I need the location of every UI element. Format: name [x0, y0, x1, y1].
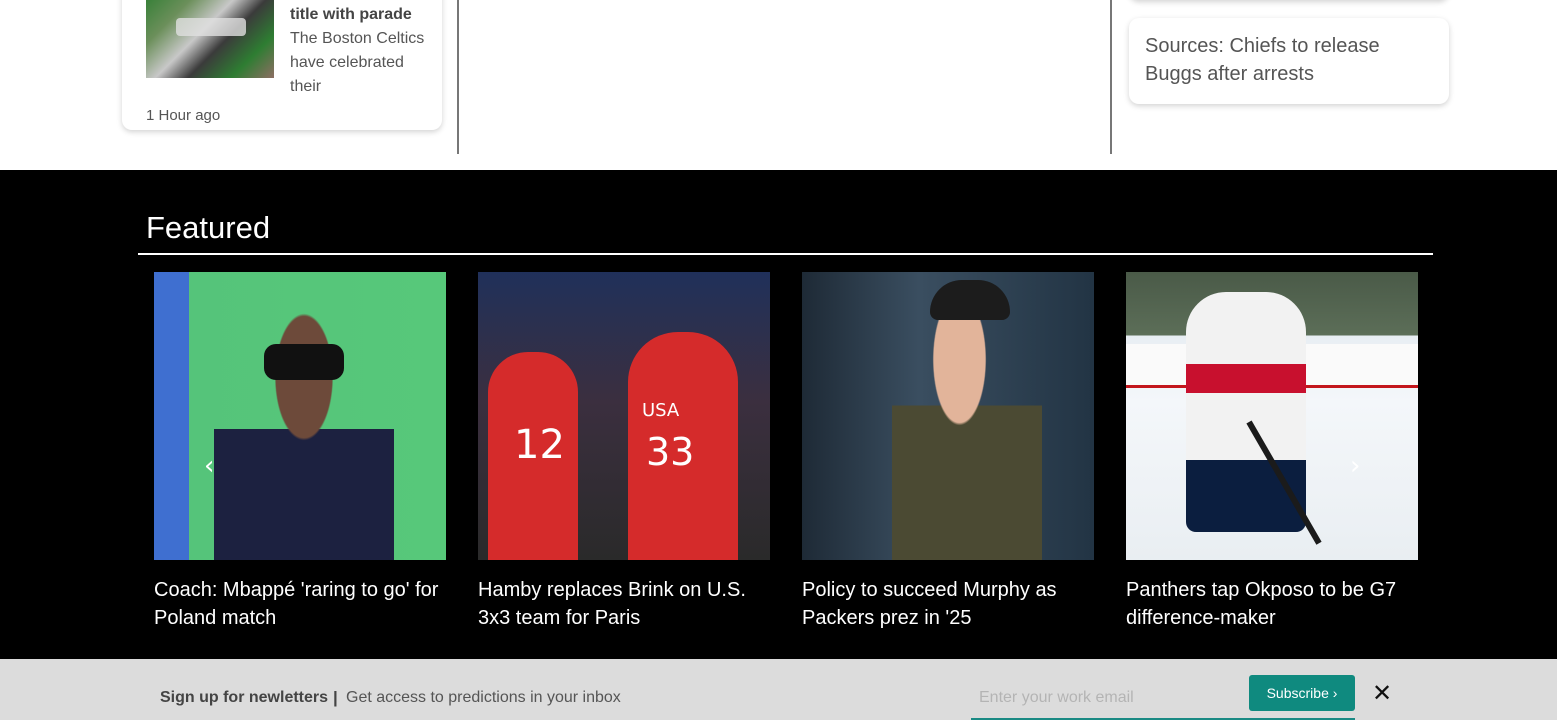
featured-caption[interactable]: Policy to succeed Murphy as Packers prez… [802, 576, 1094, 632]
featured-caption[interactable]: Hamby replaces Brink on U.S. 3x3 team fo… [478, 576, 770, 632]
news-card-timestamp: 1 Hour ago [146, 107, 221, 124]
featured-image[interactable] [154, 272, 446, 560]
featured-heading: Featured [146, 210, 271, 245]
featured-item-packers[interactable]: Policy to succeed Murphy as Packers prez… [802, 272, 1094, 632]
featured-divider [138, 253, 1433, 255]
featured-caption[interactable]: Coach: Mbappé 'raring to go' for Poland … [154, 576, 446, 632]
face-mask [264, 344, 344, 380]
newsletter-label: Sign up for newletters [160, 689, 329, 706]
newsletter-bar: Sign up for newletters | Get access to p… [0, 659, 1557, 720]
featured-caption[interactable]: Panthers tap Okposo to be G7 difference-… [1126, 576, 1418, 632]
featured-section: Featured Coach: Mbappé 'raring to go' fo… [0, 170, 1557, 660]
top-section: title with parade The Boston Celtics hav… [0, 0, 1557, 170]
jersey-chest-text: USA [642, 400, 680, 421]
jersey-number: 12 [514, 422, 565, 468]
jersey-number: 33 [646, 430, 695, 474]
news-card-celtics[interactable]: title with parade The Boston Celtics hav… [122, 0, 442, 130]
featured-image[interactable] [802, 272, 1094, 560]
news-card-headline[interactable]: Sources: Chiefs to release Buggs after a… [1145, 32, 1433, 88]
chevron-left-icon[interactable]: ‹ [204, 452, 224, 480]
newsletter-separator: | [333, 688, 338, 707]
column-divider-left [457, 0, 459, 154]
close-icon[interactable]: ✕ [1370, 679, 1394, 707]
chevron-right-icon[interactable]: › [1350, 452, 1370, 480]
subscribe-button[interactable]: Subscribe › [1249, 675, 1355, 711]
newsletter-subtitle: Get access to predictions in your inbox [346, 689, 621, 706]
news-card-headline[interactable]: title with parade [290, 3, 430, 27]
featured-image[interactable] [1126, 272, 1418, 560]
featured-item-panthers[interactable]: Panthers tap Okposo to be G7 difference-… [1126, 272, 1418, 632]
featured-image[interactable]: 12 USA 33 [478, 272, 770, 560]
news-card-chiefs[interactable]: Sources: Chiefs to release Buggs after a… [1129, 18, 1449, 104]
column-divider-right [1110, 0, 1112, 154]
person-hair [930, 280, 1010, 320]
news-card-snippet: The Boston Celtics have celebrated their [290, 30, 425, 95]
person-figure [892, 292, 1042, 560]
featured-item-mbappe[interactable]: Coach: Mbappé 'raring to go' for Poland … [154, 272, 446, 632]
news-card-thumbnail[interactable] [146, 0, 274, 78]
featured-item-hamby[interactable]: 12 USA 33 Hamby replaces Brink on U.S. 3… [478, 272, 770, 632]
